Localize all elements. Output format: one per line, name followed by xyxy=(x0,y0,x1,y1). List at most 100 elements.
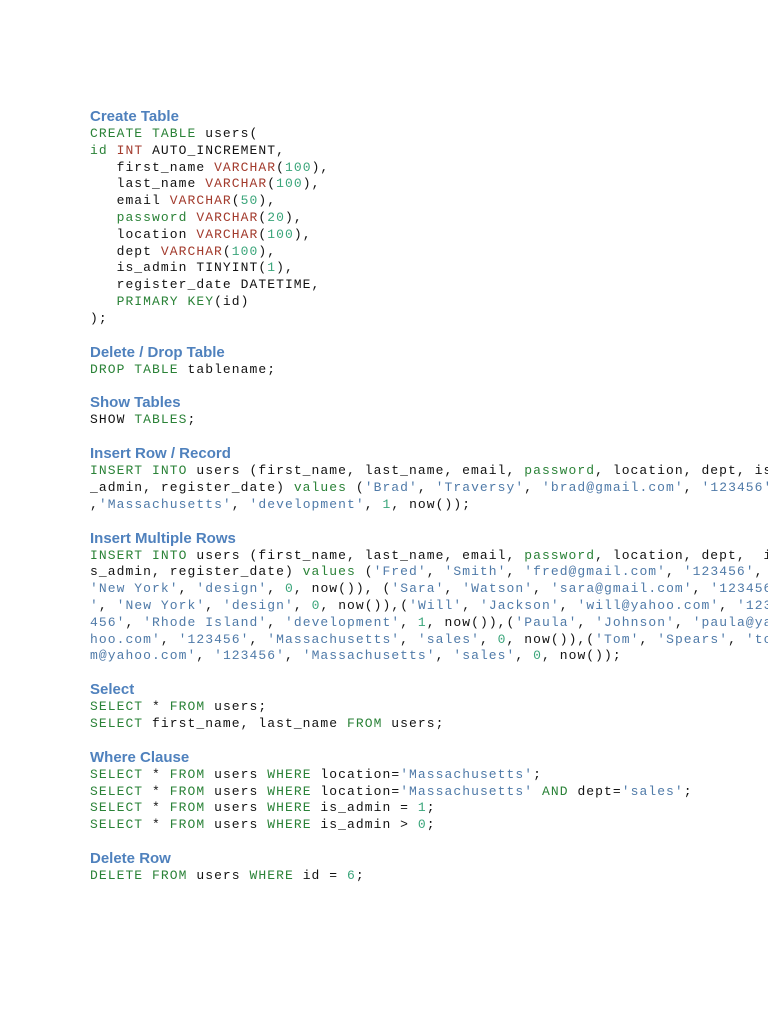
sql-text: location xyxy=(90,226,197,242)
sql-text: , location, dept, is xyxy=(595,463,768,479)
sql-number: 1 xyxy=(267,260,277,276)
sql-keyword: WHERE xyxy=(267,817,312,833)
sql-keyword: INSERT INTO xyxy=(90,463,188,479)
sql-keyword: SELECT xyxy=(90,817,144,833)
section-create-table: Create Table CREATE TABLE users(id INT AU… xyxy=(90,108,690,328)
sql-text: , xyxy=(728,631,746,647)
sql-string: 'Massachusetts' xyxy=(302,648,436,664)
code-block: SHOW TABLES; xyxy=(90,412,690,429)
sql-string: '123456' xyxy=(683,564,755,580)
sql-string: 'Rhode Island' xyxy=(143,614,268,630)
sql-keyword: values xyxy=(293,479,347,495)
sql-text: , xyxy=(435,648,454,664)
sql-text: ( xyxy=(258,209,268,225)
sql-keyword: TABLES xyxy=(134,412,188,428)
code-block: DROP TABLE tablename; xyxy=(90,362,690,379)
sql-text: , xyxy=(674,614,693,630)
sql-string: 'to xyxy=(745,631,768,647)
section-delete-drop-table: Delete / Drop Table DROP TABLE tablename; xyxy=(90,344,690,379)
code-line: SELECT * FROM users WHERE location='Mass… xyxy=(90,767,690,784)
section-insert-multiple-rows: Insert Multiple Rows INSERT INTO users (f… xyxy=(90,530,768,666)
sql-string: 'Paula' xyxy=(515,614,578,630)
sql-string: '123 xyxy=(737,597,768,613)
sql-number: 6 xyxy=(347,867,356,883)
sql-text: is_admin TINYINT( xyxy=(90,260,268,276)
code-line: is_admin TINYINT(1), xyxy=(90,260,690,277)
sql-text: _admin, register_date) xyxy=(90,479,294,495)
sql-string: 'Johnson' xyxy=(595,614,675,630)
sql-text: ), xyxy=(258,243,277,259)
sql-keyword: FROM xyxy=(169,699,206,715)
code-line: SELECT * FROM users WHERE is_admin = 1; xyxy=(90,800,690,817)
sql-number: 0 xyxy=(417,817,427,833)
sql-text: , now()),( xyxy=(506,631,596,647)
code-line: INSERT INTO users (first_name, last_name… xyxy=(90,547,768,565)
sql-text: , xyxy=(160,631,179,647)
code-line: last_name VARCHAR(100), xyxy=(90,176,690,193)
sql-keyword: WHERE xyxy=(267,800,312,816)
sql-text: ; xyxy=(187,412,197,428)
sql-number: 20 xyxy=(267,209,285,225)
sql-string: 'sales' xyxy=(621,783,684,799)
sql-text: register_date DATETIME, xyxy=(90,277,321,293)
sql-string: '123456 xyxy=(710,581,768,597)
section-show-tables: Show Tables SHOW TABLES; xyxy=(90,394,690,429)
section-where-clause: Where Clause SELECT * FROM users WHERE lo… xyxy=(90,749,692,834)
sql-number: 100 xyxy=(276,176,303,192)
sql-string: 'Massachusetts' xyxy=(400,783,534,799)
sql-string: m@yahoo.com' xyxy=(90,648,197,664)
sql-number: 0 xyxy=(497,631,507,647)
sql-string: 'will@yahoo.com' xyxy=(577,597,720,613)
sql-text: , xyxy=(293,597,312,613)
section-insert-row-record: Insert Row / Record INSERT INTO users (fi… xyxy=(90,445,768,513)
sql-string: 'fred@gmail.com' xyxy=(524,564,667,580)
sql-text: , xyxy=(231,496,250,512)
sql-string: 'Spears' xyxy=(657,631,729,647)
sql-string: 'development' xyxy=(249,496,365,512)
sql-type: VARCHAR xyxy=(196,226,259,242)
sql-keyword: SELECT xyxy=(90,766,144,782)
sql-text: , xyxy=(692,581,711,597)
sql-keyword: INSERT INTO xyxy=(90,547,188,563)
sql-keyword: FROM xyxy=(169,800,206,816)
sql-string: 'development' xyxy=(284,614,401,630)
sql-number: 0 xyxy=(533,648,542,664)
sql-string: 'Brad' xyxy=(364,479,418,495)
sql-type: INT xyxy=(116,142,144,158)
sql-text: first_name, last_name xyxy=(143,715,347,731)
sql-number: 100 xyxy=(284,159,312,175)
sql-text: ); xyxy=(90,310,108,326)
sql-text: users (first_name, last_name, email, xyxy=(187,463,525,479)
sql-text: , xyxy=(400,631,418,647)
sql-string: 456' xyxy=(90,614,126,630)
sql-text: , xyxy=(479,631,498,647)
sql-string: 'Smith' xyxy=(444,564,507,580)
sql-text: ; xyxy=(426,800,436,816)
code-line: dept VARCHAR(100), xyxy=(90,244,690,261)
sql-number: 1 xyxy=(417,614,427,630)
sql-text: ( xyxy=(276,159,285,175)
sql-string: 'Massachusetts' xyxy=(400,766,534,782)
sql-text: , xyxy=(196,648,215,664)
sql-text: ; xyxy=(426,817,436,833)
sql-text: ), xyxy=(276,260,294,276)
sql-string: 'Massachusetts' xyxy=(98,496,232,512)
sql-text: SHOW xyxy=(90,412,135,428)
sql-text: users( xyxy=(196,126,259,141)
sql-text: users (first_name, last_name, email, xyxy=(187,547,525,563)
sql-text: email xyxy=(90,193,170,209)
sql-string: '123456' xyxy=(701,479,768,495)
section-delete-row: Delete Row DELETE FROM users WHERE id = 6… xyxy=(90,850,690,885)
code-line: m@yahoo.com', '123456', 'Massachusetts',… xyxy=(90,648,690,665)
sql-text: , xyxy=(284,648,303,664)
sql-string: 'sara@gmail.com' xyxy=(550,581,693,597)
sql-text: , xyxy=(98,597,117,613)
code-line: password VARCHAR(20), xyxy=(90,210,690,227)
sql-text: , xyxy=(267,614,285,630)
code-line: DELETE FROM users WHERE id = 6; xyxy=(90,868,690,885)
sql-string: 'Sara' xyxy=(391,581,445,597)
sql-text: , xyxy=(249,631,268,647)
sql-keyword: PRIMARY KEY xyxy=(90,293,215,309)
sql-keyword: SELECT xyxy=(90,715,144,731)
sql-text: , xyxy=(639,631,658,647)
